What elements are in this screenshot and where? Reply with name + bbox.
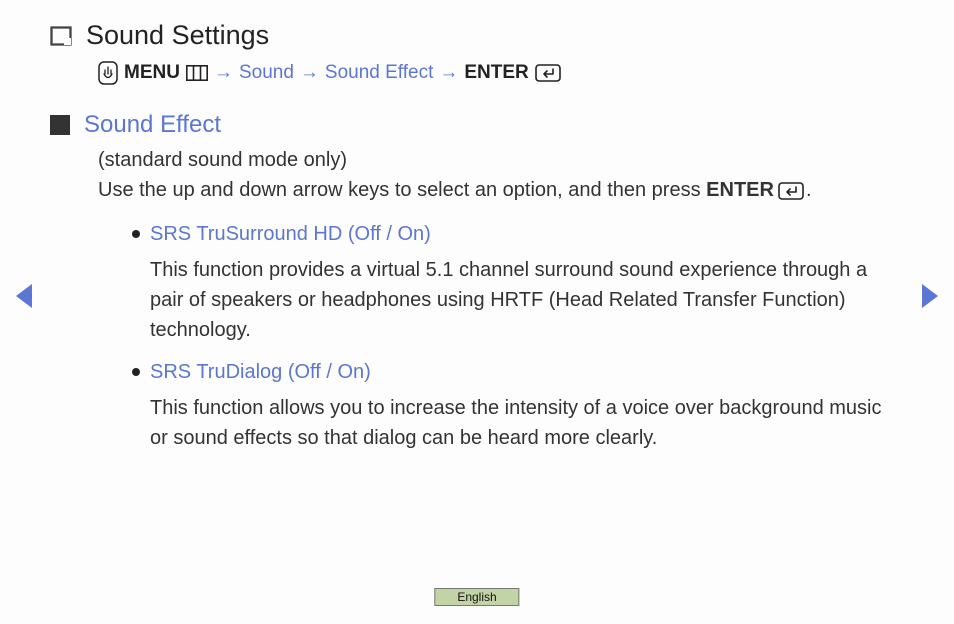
breadcrumb-arrow: →	[214, 62, 233, 84]
section-instruction: Use the up and down arrow keys to select…	[98, 175, 884, 205]
section-header: Sound Effect	[50, 111, 884, 139]
item-title: SRS TruSurround HD (Off / On)	[150, 219, 431, 249]
language-badge: English	[434, 588, 519, 606]
hand-icon	[98, 61, 118, 85]
breadcrumb-sound-effect: Sound Effect	[325, 62, 433, 84]
list-item: SRS TruDialog (Off / On) This function a…	[132, 357, 884, 453]
item-title: SRS TruDialog (Off / On)	[150, 357, 371, 387]
enter-key-icon	[535, 64, 561, 82]
item-desc: This function provides a virtual 5.1 cha…	[150, 255, 884, 345]
next-page-button[interactable]	[920, 282, 940, 315]
breadcrumb: MENU → Sound → Sound Effect → ENTER	[98, 61, 884, 85]
breadcrumb-menu: MENU	[124, 62, 180, 84]
open-square-icon	[50, 26, 72, 46]
breadcrumb-enter: ENTER	[464, 62, 528, 84]
title-row: Sound Settings	[50, 20, 884, 51]
menu-grid-icon	[186, 65, 208, 81]
filled-square-icon	[50, 115, 70, 135]
instruction-text: Use the up and down arrow keys to select…	[98, 179, 706, 201]
instruction-end: .	[806, 179, 812, 201]
instruction-enter: ENTER	[706, 179, 774, 201]
section-body: (standard sound mode only) Use the up an…	[98, 145, 884, 453]
section-note: (standard sound mode only)	[98, 145, 884, 175]
list-item: SRS TruSurround HD (Off / On) This funct…	[132, 219, 884, 345]
page-title: Sound Settings	[86, 20, 269, 51]
bullet-icon	[132, 368, 140, 376]
item-desc: This function allows you to increase the…	[150, 393, 884, 453]
section-title: Sound Effect	[84, 111, 221, 139]
breadcrumb-arrow: →	[439, 62, 458, 84]
items-list: SRS TruSurround HD (Off / On) This funct…	[132, 219, 884, 453]
breadcrumb-sound: Sound	[239, 62, 294, 84]
bullet-icon	[132, 230, 140, 238]
prev-page-button[interactable]	[14, 282, 34, 315]
breadcrumb-arrow: →	[300, 62, 319, 84]
enter-key-icon	[778, 182, 804, 200]
